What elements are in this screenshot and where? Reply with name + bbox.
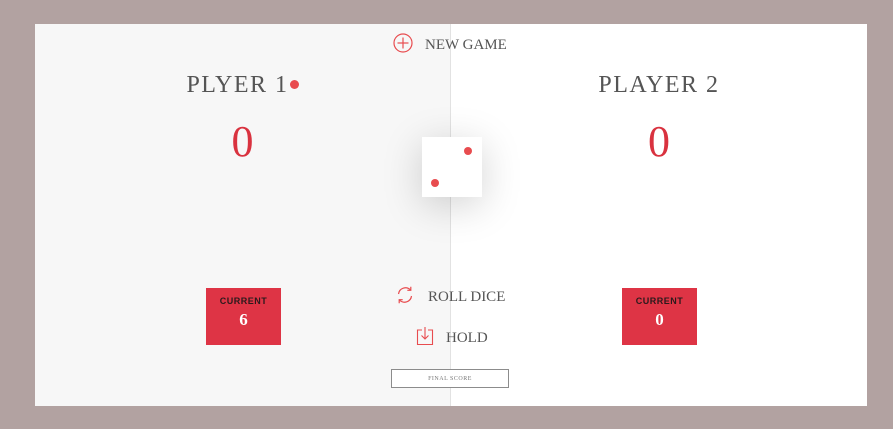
roll-dice-label: ROLL DICE: [428, 289, 506, 305]
plus-circle-icon: [393, 33, 413, 58]
player-2-name-text: PLAYER 2: [598, 72, 720, 98]
new-game-label: NEW GAME: [425, 37, 507, 53]
player-1-current-label: CURRENT: [219, 296, 268, 306]
roll-dice-button[interactable]: ROLL DICE: [394, 285, 505, 310]
player-1-panel: PLYER 1 0 CURRENT 6: [35, 24, 451, 406]
dice-pip: [464, 147, 472, 155]
player-2-current-box: CURRENT 0: [622, 288, 697, 345]
hold-label: HOLD: [446, 330, 488, 346]
player-1-name: PLYER 1: [35, 72, 450, 99]
player-1-name-text: PLYER 1: [186, 72, 289, 98]
player-2-current-label: CURRENT: [635, 296, 684, 306]
hold-button[interactable]: HOLD: [416, 326, 488, 351]
player-1-score: 0: [231, 117, 254, 166]
player-1-current-score: 6: [239, 310, 248, 329]
player-2-score: 0: [648, 117, 670, 166]
final-score-input[interactable]: [391, 369, 509, 388]
new-game-button[interactable]: NEW GAME: [393, 33, 507, 58]
download-icon: [416, 326, 434, 351]
refresh-icon: [394, 285, 416, 310]
player-2-panel: PLAYER 2 0 CURRENT 0: [451, 24, 867, 406]
dice-pip: [431, 179, 439, 187]
active-player-dot-icon: [289, 79, 299, 89]
player-2-current-score: 0: [655, 310, 664, 329]
player-1-current-box: CURRENT 6: [206, 288, 281, 345]
player-2-name: PLAYER 2: [451, 72, 867, 99]
game-board: PLYER 1 0 CURRENT 6 PLAYER 2 0 CURRENT 0…: [35, 24, 867, 406]
dice: [422, 137, 482, 197]
